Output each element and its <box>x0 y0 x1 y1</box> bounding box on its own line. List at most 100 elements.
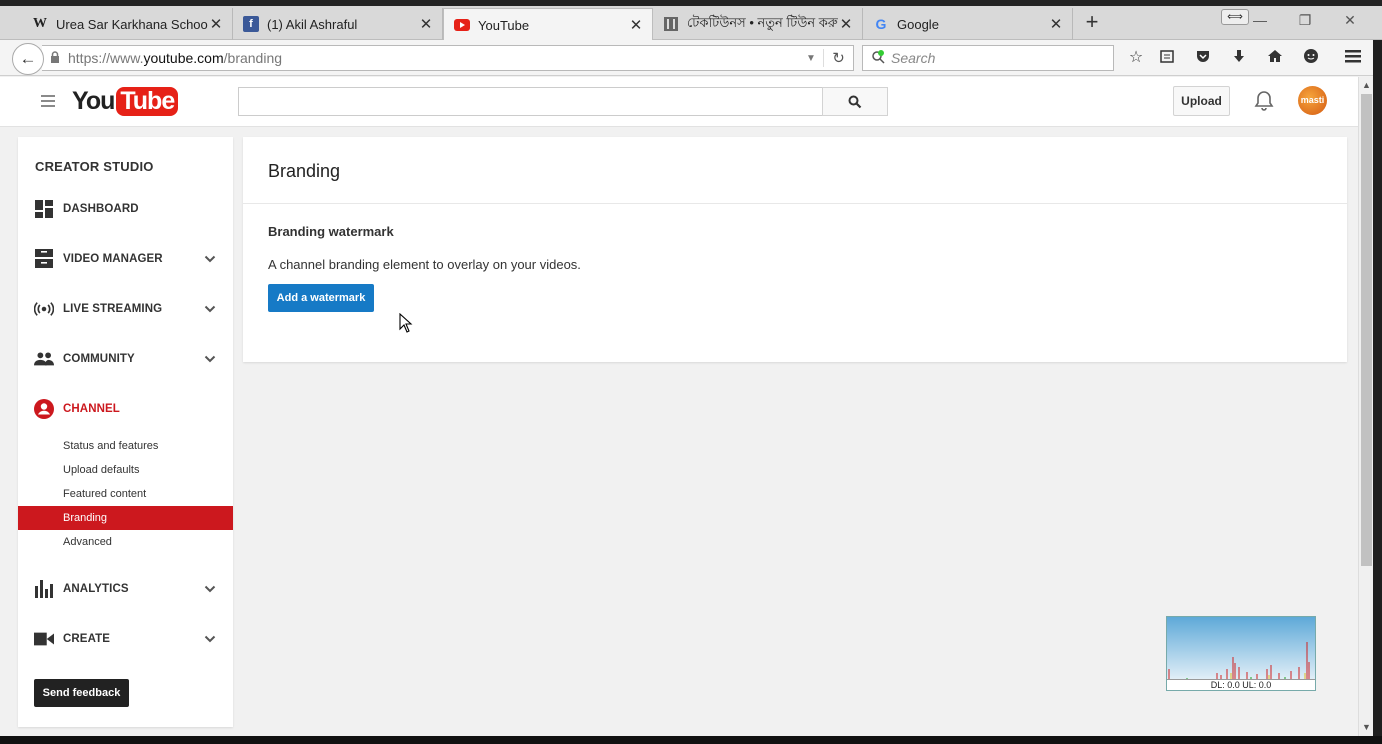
sidebar-item-dashboard[interactable]: DASHBOARD <box>18 194 233 224</box>
sidebar-item-label: ANALYTICS <box>63 583 129 595</box>
tab-label: (1) Akil Ashraful <box>267 16 358 32</box>
wikipedia-icon: W <box>33 16 47 31</box>
reading-list-icon[interactable] <box>1156 48 1178 68</box>
chevron-down-icon[interactable] <box>204 584 216 594</box>
logo-you: You <box>72 86 115 115</box>
back-button[interactable]: ← <box>12 43 44 75</box>
techtunes-icon <box>663 16 679 32</box>
tab-label: টেকটিউনস • নতুন টিউন করুন <box>687 14 838 30</box>
sidebar-item-label: LIVE STREAMING <box>63 303 163 315</box>
divider <box>243 203 1347 204</box>
scroll-down-icon[interactable]: ▼ <box>1359 722 1374 732</box>
youtube-icon <box>454 17 470 33</box>
url-prefix: https://www. <box>68 50 144 66</box>
chevron-down-icon[interactable] <box>204 304 216 314</box>
sidebar-item-community[interactable]: COMMUNITY <box>18 344 233 374</box>
chat-icon[interactable] <box>1300 48 1322 68</box>
network-monitor-widget: DL: 0.0 UL: 0.0 <box>1166 616 1316 691</box>
logo-tube: Tube <box>116 86 179 116</box>
new-tab-button[interactable]: + <box>1082 11 1102 34</box>
window-close-icon[interactable]: ✕ <box>1340 12 1360 29</box>
sidebar-item-label: VIDEO MANAGER <box>63 253 163 265</box>
download-icon[interactable] <box>1228 48 1250 68</box>
tab-youtube[interactable]: YouTube ✕ <box>443 8 653 41</box>
creator-studio-sidebar: CREATOR STUDIO DASHBOARD VIDEO MANAGER L… <box>18 137 233 727</box>
add-watermark-button[interactable]: Add a watermark <box>268 284 374 312</box>
youtube-search-input[interactable] <box>238 87 823 116</box>
community-icon <box>34 349 54 369</box>
search-placeholder: Search <box>891 50 936 66</box>
notifications-bell-icon[interactable] <box>1254 90 1274 112</box>
page-scrollbar[interactable]: ▲ ▼ <box>1358 77 1373 736</box>
facebook-icon: f <box>243 16 259 32</box>
resize-icon[interactable]: ⟺ <box>1221 9 1249 25</box>
url-bar[interactable]: https://www.youtube.com/branding ▼ ↻ <box>42 45 854 71</box>
google-icon: G <box>875 16 887 32</box>
close-icon[interactable]: ✕ <box>418 15 434 33</box>
chevron-down-icon[interactable] <box>204 634 216 644</box>
youtube-logo[interactable]: You Tube <box>72 85 179 117</box>
close-icon[interactable]: ✕ <box>628 16 644 34</box>
search-engine-icon <box>871 49 885 67</box>
sidebar-subitem-advanced[interactable]: Advanced <box>18 530 233 554</box>
youtube-search-button[interactable] <box>822 87 888 116</box>
tab-google[interactable]: G Google ✕ <box>863 8 1073 40</box>
tab-facebook[interactable]: f (1) Akil Ashraful ✕ <box>233 8 443 40</box>
tab-techtunes[interactable]: টেকটিউনস • নতুন টিউন করুন ✕ <box>653 8 863 40</box>
scroll-up-icon[interactable]: ▲ <box>1359 80 1374 90</box>
browser-tab-bar: W Urea Sar Karkhana School ... ✕ f (1) A… <box>0 0 1382 41</box>
reload-icon[interactable]: ↻ <box>823 49 853 67</box>
network-graph <box>1168 642 1310 681</box>
close-icon[interactable]: ✕ <box>838 15 854 33</box>
search-icon <box>848 95 862 108</box>
close-icon[interactable]: ✕ <box>1048 15 1064 33</box>
section-title: Branding watermark <box>268 224 394 239</box>
sidebar-item-create[interactable]: CREATE <box>18 624 233 654</box>
sidebar-item-analytics[interactable]: ANALYTICS <box>18 574 233 604</box>
chevron-down-icon[interactable] <box>204 354 216 364</box>
sidebar-subitem-upload-defaults[interactable]: Upload defaults <box>18 458 233 482</box>
browser-search-input[interactable]: Search <box>862 45 1114 71</box>
sidebar-title: CREATOR STUDIO <box>35 159 154 174</box>
avatar[interactable]: masti <box>1298 86 1327 115</box>
create-icon <box>34 629 54 649</box>
url-domain: youtube.com <box>143 50 224 66</box>
minimize-icon[interactable]: — <box>1250 12 1270 28</box>
tab-label: YouTube <box>478 17 530 33</box>
sidebar-item-label: CREATE <box>63 633 111 645</box>
close-icon[interactable]: ✕ <box>208 15 224 33</box>
chevron-down-icon[interactable] <box>204 254 216 264</box>
lock-icon <box>50 50 62 66</box>
sidebar-item-video-manager[interactable]: VIDEO MANAGER <box>18 244 233 274</box>
restore-icon[interactable]: ❐ <box>1295 12 1315 29</box>
sidebar-subitem-branding[interactable]: Branding <box>18 506 233 530</box>
youtube-masthead: You Tube Upload masti <box>0 77 1358 127</box>
menu-icon[interactable] <box>1342 48 1364 68</box>
dashboard-icon <box>34 199 54 219</box>
guide-menu-icon[interactable] <box>41 95 55 107</box>
scrollbar-thumb[interactable] <box>1361 94 1372 566</box>
upload-button[interactable]: Upload <box>1173 86 1230 116</box>
sidebar-item-label: CHANNEL <box>63 403 120 415</box>
send-feedback-button[interactable]: Send feedback <box>34 679 129 707</box>
channel-icon <box>34 399 54 419</box>
bookmark-star-icon[interactable]: ☆ <box>1125 48 1147 68</box>
live-streaming-icon <box>34 299 54 319</box>
dropdown-icon[interactable]: ▼ <box>799 53 823 64</box>
url-text[interactable]: https://www.youtube.com/branding <box>68 50 799 66</box>
taskbar <box>0 736 1382 744</box>
sidebar-item-live-streaming[interactable]: LIVE STREAMING <box>18 294 233 324</box>
video-manager-icon <box>34 249 54 269</box>
section-description: A channel branding element to overlay on… <box>268 257 581 272</box>
tab-label: Urea Sar Karkhana School ... <box>56 16 208 32</box>
home-icon[interactable] <box>1264 48 1286 68</box>
tab-wikipedia[interactable]: W Urea Sar Karkhana School ... ✕ <box>22 8 233 40</box>
browser-nav-bar: https://www.youtube.com/branding ▼ ↻ ← S… <box>0 40 1382 76</box>
pocket-icon[interactable] <box>1192 48 1214 68</box>
sidebar-subitem-featured-content[interactable]: Featured content <box>18 482 233 506</box>
network-rate-label: DL: 0.0 UL: 0.0 <box>1167 679 1315 690</box>
sidebar-item-channel[interactable]: CHANNEL <box>18 394 233 424</box>
window-top-edge <box>0 0 1382 6</box>
sidebar-subitem-status-and-features[interactable]: Status and features <box>18 434 233 458</box>
analytics-icon <box>34 579 54 599</box>
